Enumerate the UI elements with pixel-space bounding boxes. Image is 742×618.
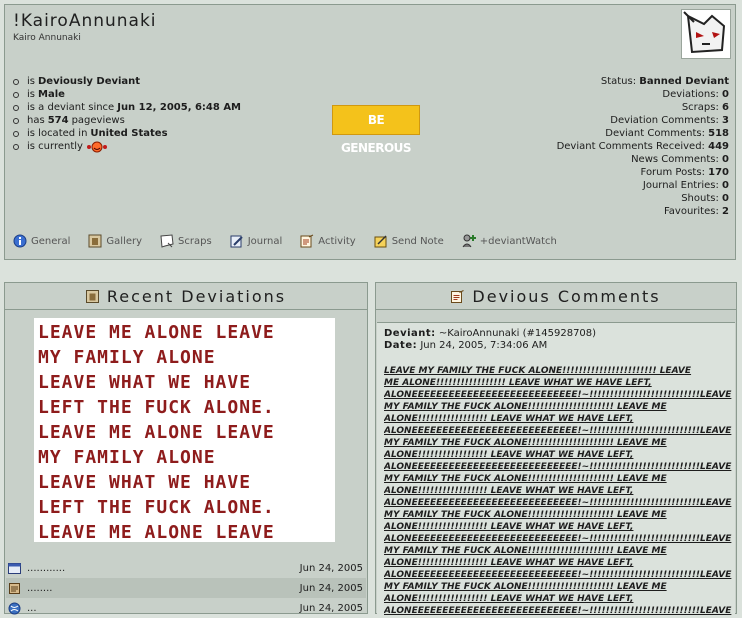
stat-row: Deviant Comments: 518 — [605, 128, 729, 139]
gallery-icon — [88, 234, 102, 248]
list-item[interactable]: ........ Jun 24, 2005 — [6, 578, 366, 598]
stat-row: Status: Banned Deviant — [600, 76, 729, 87]
info-row: is Deviously Deviant — [11, 75, 241, 88]
stat-row: Journal Entries: 0 — [642, 180, 729, 191]
window-icon — [8, 562, 21, 574]
deviation-title: ... — [27, 602, 37, 614]
list-item[interactable]: ............ Jun 24, 2005 — [6, 558, 366, 578]
tab-send-note[interactable]: Send Note — [374, 234, 444, 248]
stat-row: Forum Posts: 170 — [640, 167, 729, 178]
recent-deviations-panel: Recent Deviations LEAVE ME ALONE LEAVE M… — [4, 282, 368, 614]
recent-deviations-header: Recent Deviations — [5, 283, 367, 310]
list-item[interactable]: ... Jun 24, 2005 — [6, 598, 366, 618]
scroll-icon — [9, 582, 20, 594]
comment-date: Jun 24, 2005, 7:34:06 AM — [420, 340, 548, 351]
comment-body: LEAVE MY FAMILY THE FUCK ALONE!!!!!!!!!!… — [384, 366, 732, 615]
profile-header: !KairoAnnunaki Kairo Annunaki is Deviousl… — [4, 4, 736, 260]
activity-icon — [451, 289, 465, 303]
info-row: is currently — [11, 140, 241, 153]
deviation-thumbnail[interactable]: LEAVE ME ALONE LEAVE MY FAMILY ALONE LEA… — [34, 318, 335, 542]
info-row: has 574 pageviews — [11, 114, 241, 127]
profile-stats: Status: Banned Deviant Deviations: 0 Scr… — [557, 75, 729, 218]
stat-row: Favourites: 2 — [663, 206, 729, 217]
profile-tabs: General Gallery Scraps Journal Activity … — [13, 234, 557, 248]
deviation-date: Jun 24, 2005 — [299, 562, 363, 574]
deviation-date: Jun 24, 2005 — [299, 582, 363, 594]
avatar[interactable] — [681, 9, 731, 59]
scraps-icon — [160, 234, 174, 248]
mood-icon — [86, 141, 107, 152]
tab-deviantwatch[interactable]: +deviantWatch — [462, 234, 557, 248]
profile-subtitle: Kairo Annunaki — [13, 33, 81, 43]
stat-row: Deviations: 0 — [662, 89, 729, 100]
comment-item: Deviant: ~KairoAnnunaki (#145928708) Dat… — [377, 322, 735, 615]
tab-general[interactable]: General — [13, 234, 70, 248]
devious-comments-panel: Devious Comments Deviant: ~KairoAnnunaki… — [375, 282, 737, 615]
date-label: Date: — [384, 340, 418, 351]
note-icon — [374, 235, 387, 248]
globe-icon — [8, 602, 21, 614]
stat-row: Deviation Comments: 3 — [610, 115, 729, 126]
devious-comments-header: Devious Comments — [376, 283, 736, 310]
activity-icon — [300, 234, 314, 248]
watch-icon — [462, 234, 476, 248]
info-row: is located in United States — [11, 127, 241, 140]
deviation-date: Jun 24, 2005 — [299, 602, 363, 614]
deviation-title: ............ — [27, 562, 66, 574]
stat-row: Deviant Comments Received: 449 — [556, 141, 729, 152]
info-icon — [13, 234, 27, 248]
info-row: is a deviant since Jun 12, 2005, 6:48 AM — [11, 101, 241, 114]
stat-row: Scraps: 6 — [681, 102, 729, 113]
stat-row: News Comments: 0 — [631, 154, 729, 165]
tab-journal[interactable]: Journal — [230, 234, 282, 248]
deviant-label: Deviant: — [384, 328, 436, 339]
journal-icon — [230, 235, 243, 248]
deviation-title: ........ — [27, 582, 53, 594]
tab-activity[interactable]: Activity — [300, 234, 356, 248]
info-row: is Male — [11, 88, 241, 101]
gallery-icon — [85, 289, 99, 303]
comment-header: Deviant: ~KairoAnnunaki (#145928708) Dat… — [377, 323, 735, 352]
tab-scraps[interactable]: Scraps — [160, 234, 212, 248]
profile-info: is Deviously Deviant is Male is a deviant … — [11, 75, 241, 153]
be-generous-badge[interactable]: BE GENEROUS — [332, 105, 420, 155]
tab-gallery[interactable]: Gallery — [88, 234, 142, 248]
stat-row: Shouts: 0 — [681, 193, 729, 204]
profile-title: !KairoAnnunaki — [13, 11, 157, 31]
deviant-link[interactable]: ~KairoAnnunaki (#145928708) — [439, 328, 596, 339]
avatar-image — [682, 10, 730, 58]
